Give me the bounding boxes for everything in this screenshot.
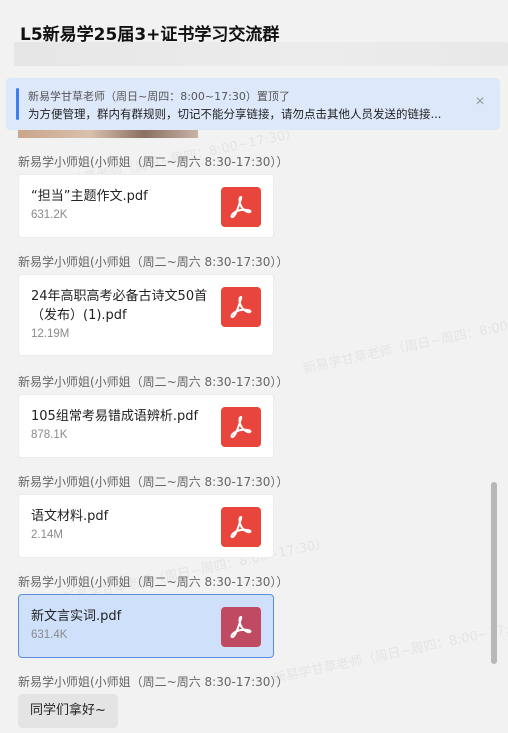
pdf-icon	[221, 407, 261, 447]
watermark: 新易学甘草老师（周日~周四：8:00~17:30）	[271, 616, 508, 687]
file-message[interactable]: 105组常考易错成语辨析.pdf 878.1K	[18, 394, 274, 458]
close-icon[interactable]: ×	[472, 94, 488, 110]
pdf-icon	[221, 607, 261, 647]
message-sender: 新易学小师姐(小师姐（周二~周六 8:30-17:30））	[18, 375, 289, 389]
file-size: 878.1K	[31, 429, 68, 441]
pinned-body: 为方便管理，群内有群规则，切记不能分享链接，请勿点击其他人员发送的链接...	[28, 107, 442, 121]
message-sender: 新易学小师姐(小师姐（周二~周六 8:30-17:30））	[18, 475, 289, 489]
pinned-accent-bar	[16, 88, 19, 120]
scrollbar-thumb[interactable]	[491, 482, 497, 664]
file-message[interactable]: “担当”主题作文.pdf 631.2K	[18, 174, 274, 238]
file-message[interactable]: 24年高职高考必备古诗文50首（发布）(1).pdf 12.19M	[18, 274, 274, 356]
file-size: 2.14M	[31, 529, 63, 541]
watermark: 新易学甘草老师（周日~周四：8:00~17:30）	[301, 306, 508, 377]
file-name: 24年高职高考必备古诗文50首（发布）(1).pdf	[31, 289, 208, 323]
file-size: 631.4K	[31, 629, 68, 641]
file-message[interactable]: 语文材料.pdf 2.14M	[18, 494, 274, 558]
file-message-selected[interactable]: 新文言实词.pdf 631.4K	[18, 594, 274, 658]
image-message-partial[interactable]	[18, 130, 198, 138]
pdf-icon	[221, 187, 261, 227]
file-size: 631.2K	[31, 209, 68, 221]
group-subtitle-blurred	[14, 42, 508, 66]
pinned-header: 新易学甘草老师（周日~周四：8:00~17:30）置顶了	[28, 90, 290, 103]
file-name: 新文言实词.pdf	[31, 609, 122, 624]
pdf-icon	[221, 287, 261, 327]
file-name: 105组常考易错成语辨析.pdf	[31, 409, 199, 424]
file-name: “担当”主题作文.pdf	[31, 189, 148, 204]
message-sender: 新易学小师姐(小师姐（周二~周六 8:30-17:30））	[18, 255, 289, 269]
pdf-icon	[221, 507, 261, 547]
message-sender: 新易学小师姐(小师姐（周二~周六 8:30-17:30））	[18, 675, 289, 689]
chat-header: L5新易学25届3+证书学习交流群	[0, 0, 508, 70]
file-size: 12.19M	[31, 328, 70, 340]
file-name: 语文材料.pdf	[31, 509, 109, 524]
message-sender: 新易学小师姐(小师姐（周二~周六 8:30-17:30））	[18, 575, 289, 589]
pinned-announcement[interactable]: 新易学甘草老师（周日~周四：8:00~17:30）置顶了 为方便管理，群内有群规…	[6, 78, 500, 130]
message-sender: 新易学小师姐(小师姐（周二~周六 8:30-17:30））	[18, 155, 289, 169]
text-message[interactable]: 同学们拿好~	[18, 694, 118, 728]
